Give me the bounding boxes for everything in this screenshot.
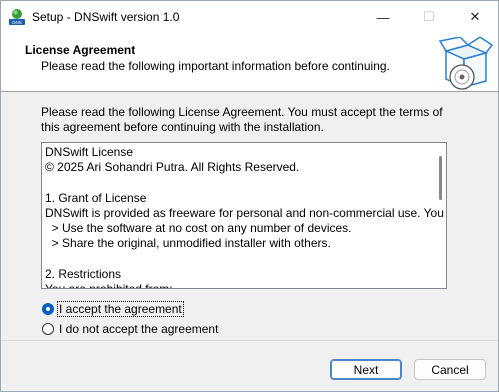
next-button[interactable]: Next [330,359,402,380]
page-title: License Agreement [25,43,136,57]
decline-radio-option[interactable]: I do not accept the agreement [42,322,219,336]
setup-window: DNS Setup - DNSwift version 1.0 — ☐ ✕ Li… [0,0,499,392]
svg-text:DNS: DNS [12,20,22,25]
close-button[interactable]: ✕ [452,1,498,33]
scroll-thumb[interactable] [439,156,442,200]
license-text: DNSwift License © 2025 Ari Sohandri Putr… [45,145,444,289]
intro-text: Please read the following License Agreem… [41,105,443,134]
accept-radio-option[interactable]: I accept the agreement [42,301,184,317]
wizard-header: License Agreement Please read the follow… [1,33,498,92]
window-title: Setup - DNSwift version 1.0 [32,10,180,24]
accept-radio[interactable] [42,303,54,315]
decline-radio[interactable] [42,323,54,335]
page-subtitle: Please read the following important info… [41,59,390,73]
box-with-cd-icon [438,37,494,90]
footer-divider [1,340,498,341]
cancel-button[interactable]: Cancel [414,359,486,380]
accept-radio-label[interactable]: I accept the agreement [57,301,184,317]
maximize-button[interactable]: ☐ [406,1,452,33]
decline-radio-label[interactable]: I do not accept the agreement [58,322,219,336]
minimize-button[interactable]: — [360,1,406,33]
license-textbox[interactable]: DNSwift License © 2025 Ari Sohandri Putr… [41,142,447,289]
dnswift-globe-icon: DNS [9,9,25,25]
license-scrollbar[interactable] [434,143,446,288]
title-bar[interactable]: DNS Setup - DNSwift version 1.0 — ☐ ✕ [1,1,498,33]
